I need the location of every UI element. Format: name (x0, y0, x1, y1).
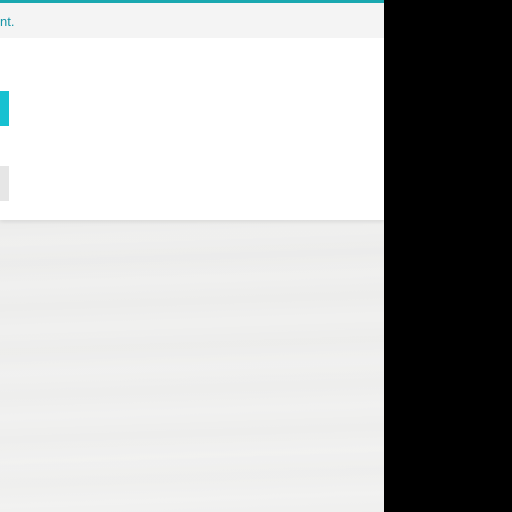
notice-banner: nt. (0, 3, 384, 38)
notice-text: nt. (0, 14, 15, 29)
browser-viewport: nt. (0, 0, 384, 512)
secondary-button[interactable] (0, 166, 9, 201)
page-background (0, 220, 384, 512)
offscreen-area (384, 0, 512, 512)
primary-button[interactable] (0, 91, 9, 126)
dialog-panel: nt. (0, 0, 384, 220)
